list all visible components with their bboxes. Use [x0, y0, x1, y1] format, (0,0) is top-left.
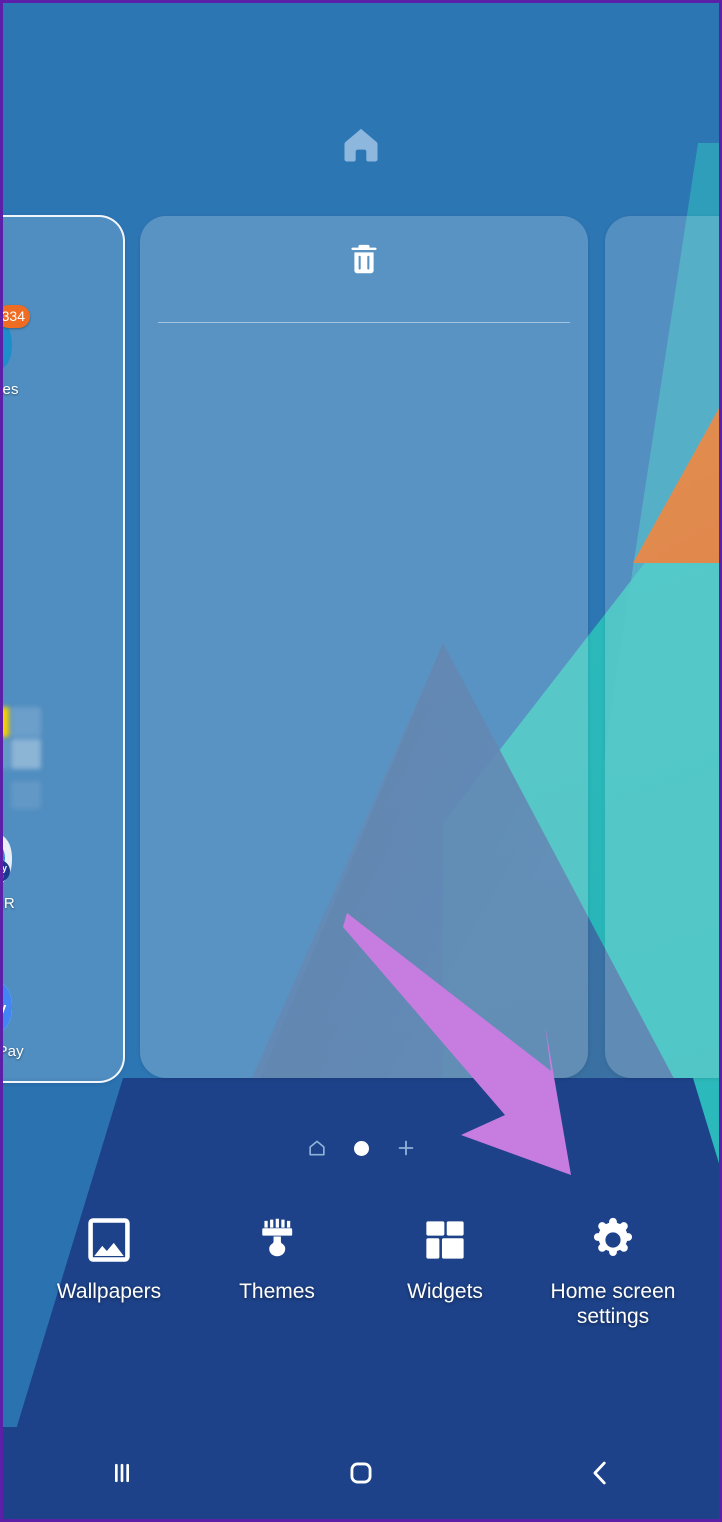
trash-icon[interactable] — [346, 238, 382, 280]
svg-text:Pay: Pay — [3, 863, 7, 873]
menu-item-widgets[interactable]: Widgets — [370, 1211, 520, 1304]
blurred-calendar-widget[interactable] — [3, 707, 41, 812]
menu-item-home-screen-settings[interactable]: Home screen settings — [538, 1211, 688, 1329]
system-navigation-bar — [3, 1427, 719, 1519]
google-pay-icon[interactable]: Pay 00 — [3, 977, 14, 1037]
menu-label-wallpapers: Wallpapers — [56, 1280, 162, 1303]
home-button-icon[interactable] — [301, 1443, 421, 1503]
remove-page-dropzone[interactable] — [140, 238, 588, 323]
menu-label-home-screen-settings: Home screen settings — [550, 1280, 676, 1328]
messages-badge: 334 — [3, 305, 30, 328]
menu-label-widgets: Widgets — [407, 1280, 483, 1303]
home-page-icon[interactable] — [306, 1138, 328, 1158]
menu-label-themes: Themes — [239, 1280, 315, 1303]
app-icon-messages[interactable]: 334 Messages — [3, 305, 43, 398]
home-icon — [344, 128, 378, 162]
app-label-scan-qr: Scan QR — [3, 895, 15, 912]
app-icon-google-pay[interactable]: Pay 00 Google Pay — [3, 977, 43, 1060]
home-edit-toolbar: Wallpapers Themes Widgets Home screen se… — [3, 1211, 719, 1361]
home-page-hint — [3, 123, 719, 172]
plus-icon[interactable] — [395, 1137, 417, 1159]
scan-qr-icon[interactable]: Pay mini — [3, 829, 14, 889]
svg-text:mini: mini — [3, 874, 4, 880]
themes-brush-icon[interactable] — [202, 1211, 352, 1269]
wallpapers-icon[interactable] — [34, 1211, 184, 1269]
page-indicator-row — [3, 1131, 719, 1165]
menu-item-wallpapers[interactable]: Wallpapers — [34, 1211, 184, 1304]
page-card-left-selected[interactable]: 334 Messages ed — [3, 215, 125, 1083]
app-label-google-pay: Google Pay — [3, 1043, 24, 1060]
app-icon-scan-qr[interactable]: Pay mini Scan QR — [3, 829, 43, 912]
app-label-messages: Messages — [3, 381, 19, 398]
phone-screen: 334 Messages ed — [3, 3, 719, 1519]
active-page-dot[interactable] — [353, 1140, 369, 1156]
widgets-icon[interactable] — [370, 1211, 520, 1269]
page-card-center[interactable] — [140, 216, 588, 1078]
page-card-right[interactable] — [605, 216, 719, 1078]
dropzone-divider — [158, 322, 570, 323]
messages-icon[interactable]: 334 — [3, 305, 30, 375]
back-icon[interactable] — [540, 1443, 660, 1503]
recents-icon[interactable] — [62, 1443, 182, 1503]
gear-icon[interactable] — [538, 1211, 688, 1269]
menu-item-themes[interactable]: Themes — [202, 1211, 352, 1304]
